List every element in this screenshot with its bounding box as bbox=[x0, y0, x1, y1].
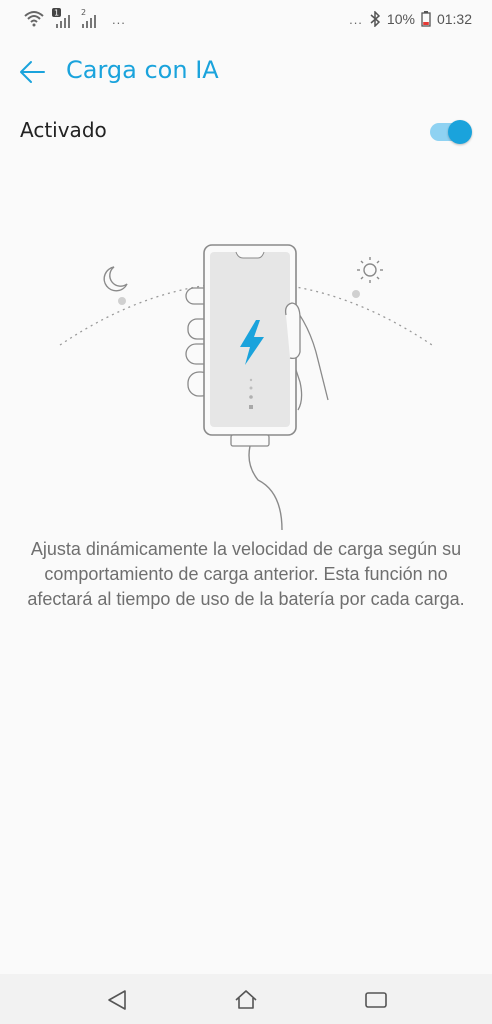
moon-icon bbox=[103, 266, 128, 292]
app-bar: Carga con IA bbox=[0, 44, 492, 100]
navigation-bar bbox=[0, 974, 492, 1024]
home-icon bbox=[235, 990, 257, 1009]
status-overflow: ... bbox=[349, 11, 363, 27]
signal-sim2-icon: 2 bbox=[81, 8, 96, 28]
wifi-icon bbox=[24, 11, 44, 27]
sim1-badge: 1 bbox=[54, 9, 59, 18]
sun-icon bbox=[357, 257, 383, 283]
ai-charging-illustration bbox=[59, 244, 433, 531]
battery-percent: 10% bbox=[386, 11, 415, 27]
recents-icon bbox=[365, 992, 387, 1008]
charging-cable-icon bbox=[230, 434, 283, 531]
sim2-badge: 2 bbox=[81, 8, 86, 17]
status-time: 01:32 bbox=[436, 11, 472, 27]
nav-back-button[interactable] bbox=[103, 986, 131, 1014]
nav-home-button[interactable] bbox=[232, 986, 260, 1014]
notification-overflow: ... bbox=[112, 11, 126, 27]
back-triangle-icon bbox=[108, 990, 126, 1010]
status-bar: 1 2 ... ... 10% 01:32 bbox=[0, 0, 492, 40]
nav-recents-button[interactable] bbox=[362, 986, 390, 1014]
back-button[interactable] bbox=[14, 52, 54, 92]
toggle-thumb bbox=[448, 120, 472, 144]
feature-description: Ajusta dinámicamente la velocidad de car… bbox=[27, 539, 465, 609]
bluetooth-icon bbox=[370, 11, 381, 27]
status-left: 1 2 ... bbox=[24, 8, 126, 30]
arrow-left-icon bbox=[20, 61, 45, 83]
enable-toggle[interactable] bbox=[430, 120, 472, 144]
signal-sim1-icon: 1 bbox=[52, 8, 70, 28]
setting-row-activado[interactable]: Activado bbox=[0, 108, 492, 156]
setting-label: Activado bbox=[20, 118, 107, 142]
page-title: Carga con IA bbox=[66, 56, 219, 84]
status-right: ... 10% 01:32 bbox=[343, 11, 472, 27]
battery-low-icon bbox=[421, 11, 431, 27]
